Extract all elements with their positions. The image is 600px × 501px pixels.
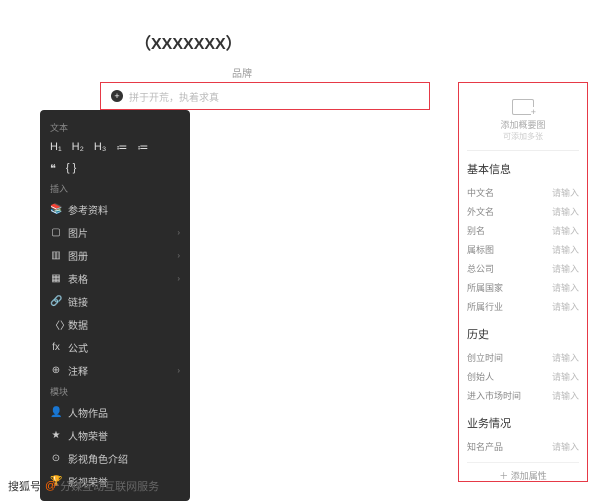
tool-数据[interactable]: 〈〉数据	[40, 313, 190, 336]
field-row[interactable]: 中文名 请输入	[467, 183, 579, 202]
field-value: 请输入	[552, 351, 579, 364]
field-row[interactable]: 所属国家 请输入	[467, 278, 579, 297]
field-label: 属标图	[467, 243, 494, 256]
group-insert: 插入	[40, 179, 190, 198]
module-icon: ⊙	[50, 453, 62, 464]
image-icon	[512, 99, 534, 115]
module-icon: ★	[50, 430, 62, 441]
field-row[interactable]: 创立时间 请输入	[467, 348, 579, 367]
tool-icon: 〈〉	[50, 317, 62, 332]
field-value: 请输入	[552, 300, 579, 313]
group-text: 文本	[40, 118, 190, 137]
page-title: （XXXXXXX）	[135, 30, 242, 54]
tool-icon: 🔗	[50, 296, 62, 307]
add-attribute-button[interactable]: ＋ 添加属性	[467, 462, 579, 488]
tool-icon: ▢	[50, 227, 62, 238]
row2: ❝ { }	[40, 158, 190, 179]
field-value: 请输入	[552, 440, 579, 453]
field-label: 别名	[467, 224, 485, 237]
list2-button[interactable]: ≔	[137, 141, 148, 154]
add-icon: +	[111, 90, 123, 102]
h2-button[interactable]: H₂	[72, 141, 84, 154]
input-placeholder: 拼于开荒，执着求真	[129, 89, 219, 104]
field-row[interactable]: 总公司 请输入	[467, 259, 579, 278]
chevron-right-icon: ›	[177, 366, 180, 375]
subtitle: 品牌	[232, 65, 252, 80]
editor-toolbar: 文本 H₁ H₂ H₃ ≔ ≔ ❝ { } 插入 📚参考资料▢图片›▥图册›▦表…	[40, 110, 190, 501]
tool-参考资料[interactable]: 📚参考资料	[40, 198, 190, 221]
field-row[interactable]: 属标图 请输入	[467, 240, 579, 259]
chevron-right-icon: ›	[177, 228, 180, 237]
heading-row: H₁ H₂ H₃ ≔ ≔	[40, 137, 190, 158]
h1-button[interactable]: H₁	[50, 141, 62, 154]
main-input-area[interactable]: + 拼于开荒，执着求真	[100, 82, 430, 110]
section-title: 基本信息	[467, 161, 579, 177]
field-row[interactable]: 知名产品 请输入	[467, 437, 579, 456]
field-label: 外文名	[467, 205, 494, 218]
right-panel: 添加概要图 可添加多张 基本信息中文名请输入外文名请输入别名请输入属标图请输入总…	[458, 82, 588, 482]
tool-icon: ⊕	[50, 365, 62, 376]
list-button[interactable]: ≔	[116, 141, 127, 154]
module-icon: 👤	[50, 407, 62, 418]
group-module: 模块	[40, 382, 190, 401]
field-value: 请输入	[552, 370, 579, 383]
h3-button[interactable]: H₃	[94, 141, 106, 154]
chevron-right-icon: ›	[177, 274, 180, 283]
tool-表格[interactable]: ▦表格›	[40, 267, 190, 290]
site-name: 搜狐号	[8, 478, 41, 494]
author-name: 分媒互动互联网服务	[60, 478, 159, 494]
tool-图册[interactable]: ▥图册›	[40, 244, 190, 267]
field-value: 请输入	[552, 281, 579, 294]
module-人物作品[interactable]: 👤人物作品	[40, 401, 190, 424]
module-影视角色介绍[interactable]: ⊙影视角色介绍	[40, 447, 190, 470]
field-row[interactable]: 进入市场时间 请输入	[467, 386, 579, 405]
field-value: 请输入	[552, 389, 579, 402]
tool-icon: fx	[50, 342, 62, 353]
field-value: 请输入	[552, 205, 579, 218]
code-button[interactable]: { }	[66, 162, 76, 175]
chevron-right-icon: ›	[177, 251, 180, 260]
module-人物荣誉[interactable]: ★人物荣誉	[40, 424, 190, 447]
field-label: 知名产品	[467, 440, 503, 453]
field-row[interactable]: 外文名 请输入	[467, 202, 579, 221]
field-label: 所属行业	[467, 300, 503, 313]
at-icon: @	[45, 480, 56, 492]
field-label: 所属国家	[467, 281, 503, 294]
field-row[interactable]: 所属行业 请输入	[467, 297, 579, 316]
quote-button[interactable]: ❝	[50, 162, 56, 175]
upload-text: 添加概要图	[500, 118, 545, 131]
tool-图片[interactable]: ▢图片›	[40, 221, 190, 244]
field-value: 请输入	[552, 262, 579, 275]
tool-icon: 📚	[50, 204, 62, 215]
tool-链接[interactable]: 🔗链接	[40, 290, 190, 313]
field-label: 中文名	[467, 186, 494, 199]
field-label: 创始人	[467, 370, 494, 383]
tool-icon: ▦	[50, 273, 62, 284]
image-upload[interactable]: 添加概要图 可添加多张	[467, 91, 579, 151]
field-label: 总公司	[467, 262, 494, 275]
section-title: 历史	[467, 326, 579, 342]
tool-注释[interactable]: ⊕注释›	[40, 359, 190, 382]
field-row[interactable]: 别名 请输入	[467, 221, 579, 240]
field-label: 进入市场时间	[467, 389, 521, 402]
upload-sub: 可添加多张	[503, 131, 543, 142]
tool-icon: ▥	[50, 250, 62, 261]
field-label: 创立时间	[467, 351, 503, 364]
footer: 搜狐号 @ 分媒互动互联网服务	[8, 478, 159, 494]
field-value: 请输入	[552, 186, 579, 199]
section-title: 业务情况	[467, 415, 579, 431]
field-row[interactable]: 创始人 请输入	[467, 367, 579, 386]
field-value: 请输入	[552, 224, 579, 237]
field-value: 请输入	[552, 243, 579, 256]
tool-公式[interactable]: fx公式	[40, 336, 190, 359]
